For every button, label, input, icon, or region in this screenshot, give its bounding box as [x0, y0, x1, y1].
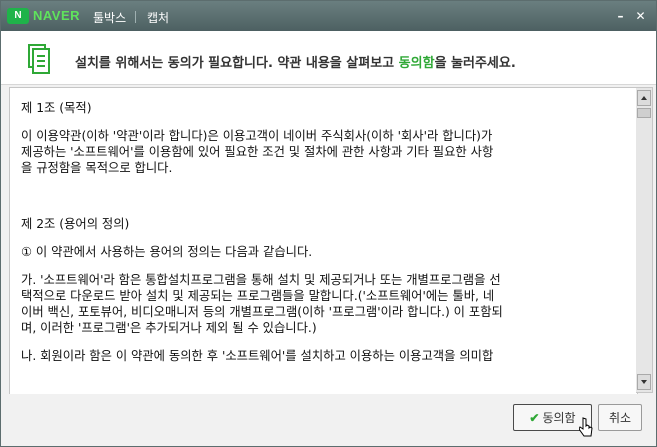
title-separator: [135, 11, 136, 23]
instruction-text-end: 을 눌러주세요.: [434, 56, 516, 71]
naver-logo-icon: N: [7, 8, 29, 24]
instruction-text: 설치를 위해서는 동의가 필요합니다. 약관 내용을 살펴보고 동의함을 눌러주…: [75, 52, 516, 71]
terms-content: 제 1조 (목적) 이 이용약관(이하 '약관'이라 합니다)은 이용고객이 네…: [10, 88, 637, 364]
terms-textbox[interactable]: 제 1조 (목적) 이 이용약관(이하 '약관'이라 합니다)은 이용고객이 네…: [9, 87, 638, 395]
cancel-button[interactable]: 취소: [598, 404, 642, 431]
app-name: 툴박스: [93, 11, 127, 25]
terms-paragraph: 제 2조 (용어의 정의): [21, 217, 130, 231]
mouse-pointer-icon: [579, 417, 593, 437]
scroll-up-arrow-icon[interactable]: [637, 90, 651, 106]
minimize-button[interactable]: –: [612, 9, 629, 24]
instruction-header: 설치를 위해서는 동의가 필요합니다. 약관 내용을 살펴보고 동의함을 눌러주…: [1, 31, 656, 85]
brand-name: NAVER: [33, 8, 81, 23]
document-icon: [28, 44, 50, 74]
terms-paragraph: 나. 회원이라 함은 이 약관에 동의한 후 '소프트웨어'를 설치하고 이용하…: [21, 349, 494, 363]
terms-paragraph: 이 이용약관(이하 '약관'이라 합니다)은 이용고객이 네이버 주식회사(이하…: [21, 129, 494, 175]
title-bar[interactable]: N NAVER 툴박스 캡처 – ✕: [1, 1, 656, 31]
terms-paragraph: ① 이 약관에서 사용하는 용어의 정의는 다음과 같습니다.: [21, 245, 313, 259]
scroll-down-arrow-icon[interactable]: [637, 374, 651, 390]
agree-button-label: 동의함: [542, 411, 576, 425]
close-button[interactable]: ✕: [632, 9, 649, 24]
instruction-highlight: 동의함: [398, 56, 435, 71]
button-footer: ✔ 동의함 취소: [1, 394, 656, 446]
check-icon: ✔: [529, 410, 540, 425]
instruction-text-start: 설치를 위해서는 동의가 필요합니다. 약관 내용을 살펴보고: [75, 56, 399, 71]
terms-paragraph: 제 1조 (목적): [21, 101, 92, 115]
window-title: 캡처: [147, 11, 170, 25]
scroll-thumb[interactable]: [637, 108, 651, 118]
installer-window: N NAVER 툴박스 캡처 – ✕ 설치를 위해서는 동의가 필요합니다. 약…: [0, 0, 657, 447]
terms-paragraph: 가. '소프트웨어'라 함은 통합설치프로그램을 통해 설치 및 제공되거나 또…: [21, 273, 503, 335]
terms-scrollbar[interactable]: [636, 87, 653, 393]
